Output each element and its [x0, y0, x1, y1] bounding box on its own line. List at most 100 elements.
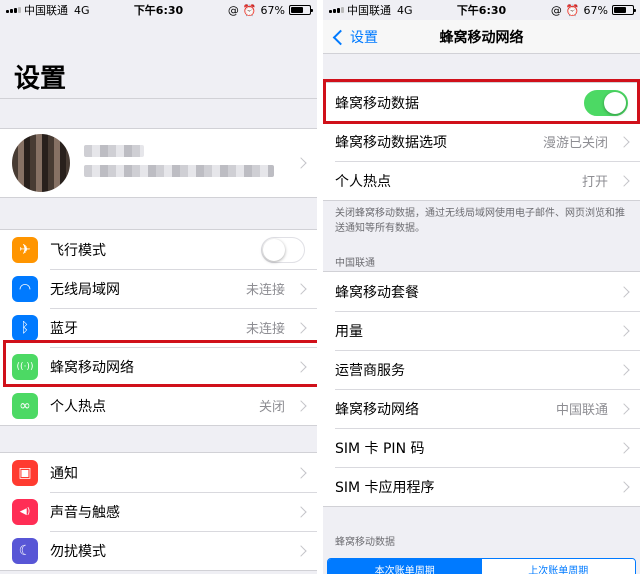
moon-icon: ☾	[12, 537, 38, 564]
battery-percent: 67%	[260, 3, 285, 17]
status-bar: 中国联通 4G 下午6:30 @ ⏰ 67%	[0, 0, 317, 20]
chevron-right-icon	[295, 466, 307, 479]
settings-row-蜂窝移动套餐[interactable]: 蜂窝移动套餐	[323, 272, 640, 311]
signal-icon	[329, 7, 344, 13]
apple-id-profile[interactable]	[0, 128, 317, 198]
chevron-right-icon	[618, 174, 630, 187]
row-label: 通知	[50, 465, 78, 482]
tab-last-period[interactable]: 上次账单周期	[481, 559, 635, 574]
chevron-right-icon	[295, 157, 307, 169]
row-label: 勿扰模式	[50, 543, 106, 560]
settings-row-声音与触感[interactable]: ◀) 声音与触感	[0, 492, 317, 531]
row-label: SIM 卡应用程序	[335, 479, 435, 496]
chevron-right-icon	[618, 363, 630, 376]
chevron-right-icon	[295, 399, 307, 412]
settings-row-用量[interactable]: 用量	[323, 311, 640, 350]
row-label: 蜂窝移动网络	[50, 359, 134, 376]
settings-row-勿扰模式[interactable]: ☾ 勿扰模式	[0, 531, 317, 570]
toggle-switch[interactable]	[261, 236, 305, 263]
row-label: 蓝牙	[50, 320, 78, 337]
row-value: 漫游已关闭	[542, 136, 608, 151]
cellular-group-main: 蜂窝移动数据蜂窝移动数据选项 漫游已关闭个人热点 打开	[323, 82, 640, 201]
row-label: 蜂窝移动数据选项	[335, 134, 447, 151]
divider	[0, 98, 317, 99]
chevron-right-icon	[295, 505, 307, 518]
alarm-icon: ⏰	[242, 3, 257, 17]
battery-icon	[612, 5, 636, 15]
settings-row-个人热点[interactable]: ∞ 个人热点 关闭	[0, 386, 317, 425]
cellular-screen: 中国联通 4G 下午6:30 @ ⏰ 67% 设置 蜂窝移动网络 蜂窝移动数据蜂…	[323, 0, 640, 574]
chevron-right-icon	[618, 441, 630, 454]
row-label: 蜂窝移动网络	[335, 401, 419, 418]
settings-row-飞行模式[interactable]: ✈ 飞行模式	[0, 230, 317, 269]
back-button[interactable]: 设置	[331, 20, 378, 54]
page-title: 设置	[14, 64, 67, 94]
settings-row-无线局域网[interactable]: ◠ 无线局域网 未连接	[0, 269, 317, 308]
row-label: 运营商服务	[335, 362, 405, 379]
airplane-icon: ✈	[12, 236, 38, 263]
section-header-data: 蜂窝移动数据	[335, 537, 395, 548]
chevron-right-icon	[618, 402, 630, 415]
profile-info-blurred	[84, 145, 295, 181]
settings-group-connectivity: ✈ 飞行模式 ◠ 无线局域网 未连接 ᛒ 蓝牙 未连接 ((·)) 蜂窝移动网络 ∞ 个人热点 关闭	[0, 229, 317, 426]
row-value: 打开	[581, 175, 608, 190]
settings-screen: 中国联通 4G 下午6:30 @ ⏰ 67% 设置 ✈ 飞行模式 ◠ 无线局域网 未连接…	[0, 0, 317, 574]
nav-bar: 设置 蜂窝移动网络	[323, 20, 640, 54]
settings-row-蓝牙[interactable]: ᛒ 蓝牙 未连接	[0, 308, 317, 347]
location-icon: @	[227, 3, 239, 17]
battery-percent: 67%	[583, 3, 608, 17]
back-label: 设置	[350, 30, 378, 46]
toggle-knob	[263, 238, 285, 261]
sound-icon: ◀)	[12, 498, 38, 525]
status-bar: 中国联通 4G 下午6:30 @ ⏰ 67%	[323, 0, 640, 20]
section-header-carrier: 中国联通	[335, 258, 375, 269]
row-label: 蜂窝移动套餐	[335, 284, 419, 301]
settings-row-SIM 卡 PIN 码[interactable]: SIM 卡 PIN 码	[323, 428, 640, 467]
carrier-name: 中国联通	[24, 4, 68, 17]
row-label: 个人热点	[335, 173, 391, 190]
billing-period-segmented: 本次账单周期 上次账单周期	[327, 558, 636, 574]
chevron-right-icon	[295, 282, 307, 295]
settings-row-通知[interactable]: ▣ 通知	[0, 453, 317, 492]
screenshot-stage: 中国联通 4G 下午6:30 @ ⏰ 67% 设置 ✈ 飞行模式 ◠ 无线局域网 未连接…	[0, 0, 640, 574]
avatar	[12, 134, 70, 192]
cellular-group-carrier: 蜂窝移动套餐 用量运营商服务蜂窝移动网络 中国联通 SIM 卡 PIN 码 SIM 卡应…	[323, 271, 640, 507]
row-value: 未连接	[245, 322, 285, 337]
chevron-right-icon	[295, 360, 307, 373]
chevron-right-icon	[618, 480, 630, 493]
battery-icon	[289, 5, 313, 15]
bluetooth-icon: ᛒ	[12, 314, 38, 341]
signal-icon	[6, 7, 21, 13]
settings-row-运营商服务[interactable]: 运营商服务	[323, 350, 640, 389]
carrier-name: 中国联通	[347, 4, 391, 17]
settings-row-SIM 卡应用程序[interactable]: SIM 卡应用程序	[323, 467, 640, 506]
cellular-icon: ((·))	[12, 353, 38, 380]
settings-row-个人热点[interactable]: 个人热点 打开	[323, 161, 640, 200]
row-value: 中国联通	[555, 403, 608, 418]
tab-current-period[interactable]: 本次账单周期	[328, 559, 482, 574]
settings-row-蜂窝移动网络[interactable]: ((·)) 蜂窝移动网络	[0, 347, 317, 386]
settings-row-蜂窝移动网络[interactable]: 蜂窝移动网络 中国联通	[323, 389, 640, 428]
row-label: 飞行模式	[50, 242, 106, 259]
row-label: SIM 卡 PIN 码	[335, 440, 425, 457]
chevron-right-icon	[295, 321, 307, 334]
row-value: 关闭	[258, 400, 285, 415]
chevron-right-icon	[618, 324, 630, 337]
row-label: 用量	[335, 323, 363, 340]
row-label: 无线局域网	[50, 281, 120, 298]
settings-row-蜂窝移动数据[interactable]: 蜂窝移动数据	[323, 83, 640, 122]
notification-icon: ▣	[12, 459, 38, 486]
toggle-switch[interactable]	[584, 89, 628, 116]
row-label: 声音与触感	[50, 504, 120, 521]
cellular-footnote: 关闭蜂窝移动数据，通过无线局域网使用电子邮件、网页浏览和推送通知等所有数据。	[335, 208, 625, 234]
wifi-icon: ◠	[12, 275, 38, 302]
settings-row-蜂窝移动数据选项[interactable]: 蜂窝移动数据选项 漫游已关闭	[323, 122, 640, 161]
chevron-right-icon	[618, 285, 630, 298]
chevron-left-icon	[332, 29, 349, 45]
location-icon: @	[550, 3, 562, 17]
row-value: 未连接	[245, 283, 285, 298]
row-label: 蜂窝移动数据	[335, 95, 419, 112]
nav-title: 蜂窝移动网络	[439, 29, 524, 46]
alarm-icon: ⏰	[565, 3, 580, 17]
row-label: 个人热点	[50, 398, 106, 415]
